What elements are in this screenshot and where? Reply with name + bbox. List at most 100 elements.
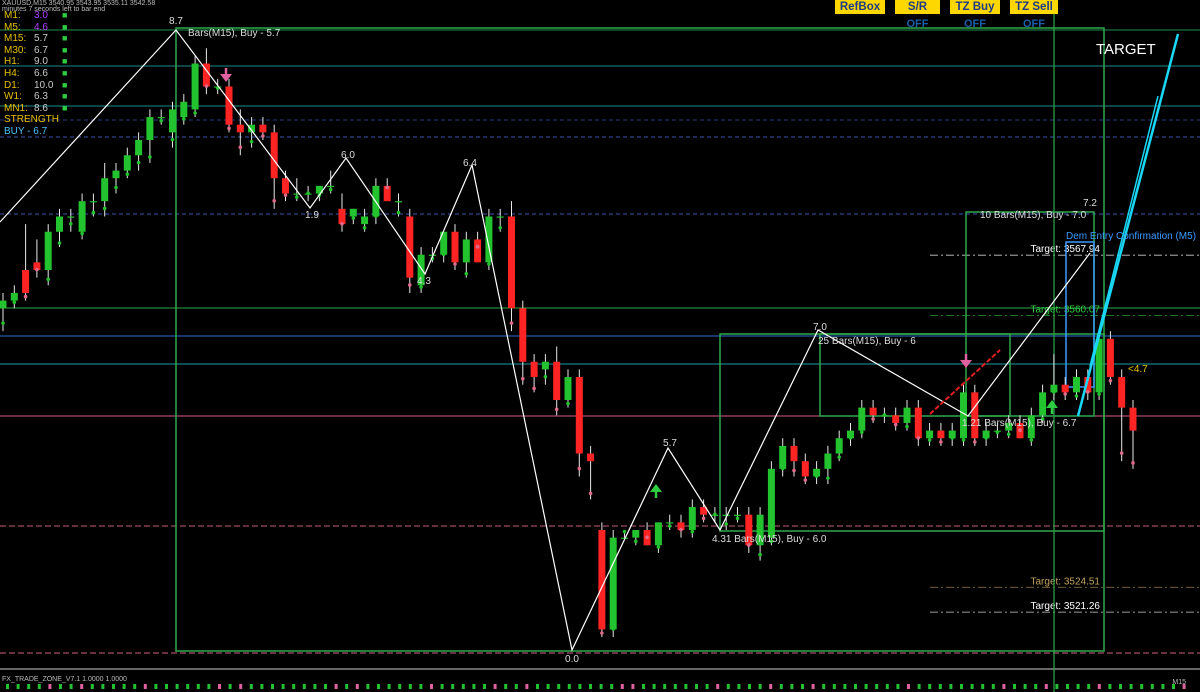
signal-dot: [634, 539, 638, 544]
signal-dot: [1074, 394, 1079, 398]
timeline-signal-dot: [832, 684, 836, 689]
candle-body: [282, 178, 289, 194]
timeframe-name: MN1:: [4, 102, 28, 114]
candle-body: [666, 522, 674, 524]
signal-dot: [170, 137, 175, 142]
timeline-signal-dot: [938, 684, 942, 689]
timeline-signal-dot: [610, 684, 614, 689]
signal-dot: [204, 84, 209, 88]
signal-dot: [1006, 432, 1011, 437]
timeline-signal-dot: [536, 684, 539, 689]
refbox-button[interactable]: RefBox: [835, 0, 885, 14]
timeline-signal-dot: [1097, 684, 1101, 689]
candle-body: [779, 445, 787, 469]
signal-dot: [102, 206, 107, 211]
signal-dot: [1119, 451, 1124, 455]
timeframe-value: 3.0: [34, 10, 48, 21]
sr-button[interactable]: S/R: [895, 0, 940, 14]
candle-body: [926, 430, 934, 439]
signal-dot: [577, 466, 582, 471]
timeline-signal-dot: [90, 684, 94, 689]
zone-box: [175, 27, 1105, 652]
timeline-signal-dot: [334, 684, 338, 689]
timeline-signal-dot: [663, 684, 667, 689]
signal-dot: [80, 231, 84, 236]
signal-dot: [148, 155, 152, 159]
timeline-signal-dot: [1119, 684, 1122, 689]
candle-body: [1073, 377, 1080, 393]
candle-body: [892, 415, 900, 423]
signal-dot: [882, 413, 887, 417]
signal-dot: [860, 430, 864, 435]
timeframe-name: M1:: [4, 10, 21, 21]
timeline-signal-dot: [122, 684, 126, 689]
candle-body: [519, 308, 527, 362]
timeline-signal-dot: [1034, 684, 1038, 689]
timeline-signal-dot: [557, 684, 561, 689]
signal-dot: [1131, 461, 1135, 465]
timeline-signal-dot: [48, 684, 52, 689]
timeline-signal-dot: [822, 684, 826, 689]
candle-body: [587, 453, 595, 462]
timeline-signal-dot: [981, 684, 985, 689]
timeline-signal-dot: [154, 684, 158, 689]
timeline-signal-dot: [525, 684, 529, 689]
candle-body: [157, 117, 165, 119]
signal-dot: [46, 277, 50, 282]
signal-dot: [916, 436, 921, 440]
signal-dot: [441, 252, 446, 257]
timeline-signal-dot: [790, 684, 794, 689]
target-level-label: Target: 3521.26: [1031, 601, 1101, 612]
pivot-label: 6.4: [463, 158, 477, 169]
tz-buy-button[interactable]: TZ Buy: [950, 0, 1000, 14]
status-square-icon: ■: [62, 102, 68, 113]
signal-dot: [362, 225, 367, 230]
timeline-signal-dot: [684, 684, 688, 689]
tz-sell-state: OFF: [1023, 18, 1045, 30]
signal-dot: [125, 172, 130, 177]
candle-body: [112, 170, 120, 179]
candle-body: [349, 208, 357, 217]
signal-dot: [826, 476, 830, 480]
candle-body: [858, 407, 866, 431]
signal-dot: [939, 440, 943, 444]
candle-body: [869, 407, 877, 416]
timeline-signal-dot: [928, 684, 932, 689]
signal-dot: [724, 522, 728, 526]
signal-dot: [848, 436, 853, 440]
timeframe-name: M30:: [4, 44, 27, 56]
timeframe-row: D1: 10.0 ■: [4, 80, 67, 92]
timeline-signal-dot: [112, 684, 115, 689]
zigzag-line: [0, 29, 1091, 652]
down-arrow-icon: [220, 74, 232, 82]
candle-body: [903, 407, 911, 423]
timeline-signal-dot: [673, 684, 677, 689]
timeline-signal-dot: [165, 684, 168, 689]
signal-dot: [713, 512, 717, 517]
timeline-signal-dot: [716, 684, 720, 689]
timeline-signal-dot: [27, 684, 31, 689]
candle-body: [1129, 407, 1137, 431]
signal-dot: [159, 118, 163, 123]
candle-body: [338, 208, 346, 225]
timeline-signal-dot: [779, 684, 783, 689]
signal-dot: [464, 271, 469, 276]
timeline-signal-dot: [16, 684, 20, 689]
tz-sell-button[interactable]: TZ Sell: [1010, 0, 1058, 14]
target-title: TARGET: [1096, 41, 1156, 58]
candle-body: [767, 468, 775, 538]
price-chart[interactable]: Target: 3567.94Target: 3560.07Target: 35…: [0, 0, 1200, 692]
signal-dot: [35, 267, 39, 272]
timeframe-value: 10.0: [34, 79, 54, 91]
signal-dot: [114, 185, 118, 190]
signal-dot: [261, 134, 265, 138]
timeline-signal-dot: [748, 684, 751, 689]
timeline-signal-dot: [578, 684, 582, 689]
candle-body: [395, 201, 402, 203]
pivot-label: 4.3: [417, 276, 431, 287]
timeline-signal-dot: [324, 684, 327, 689]
signal-dot: [927, 438, 932, 442]
status-square-icon: ■: [62, 21, 68, 32]
signal-dot: [543, 374, 548, 379]
candle-body: [598, 530, 606, 630]
